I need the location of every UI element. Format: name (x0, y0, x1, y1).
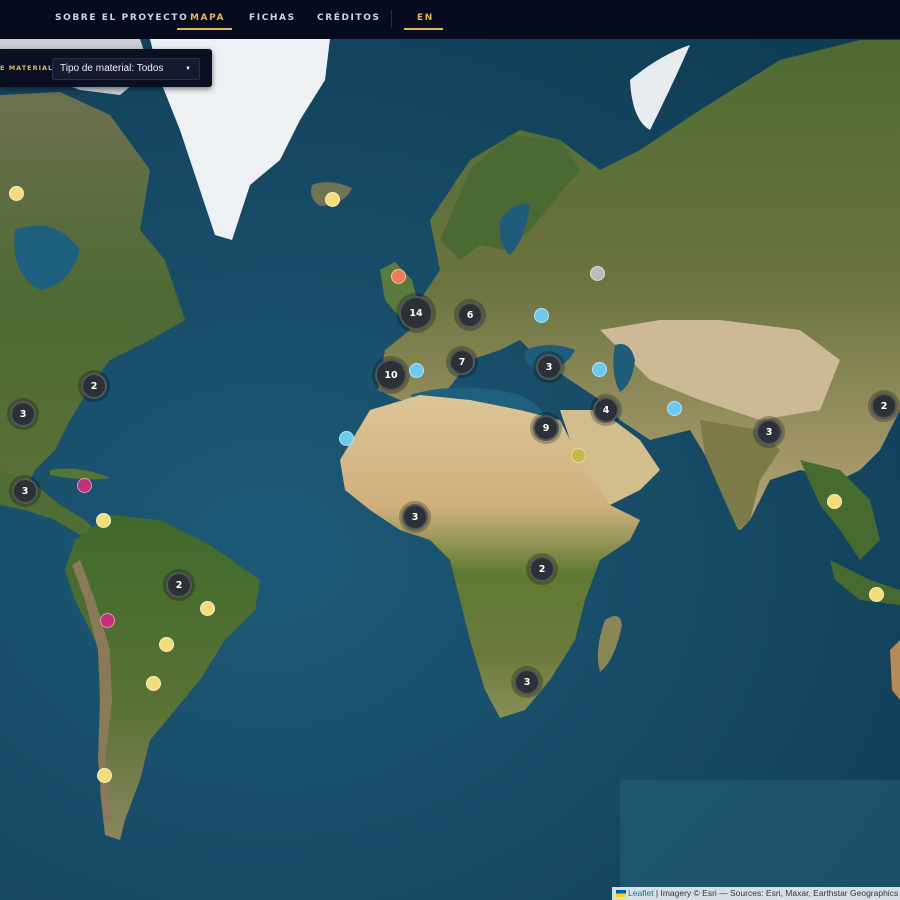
point-marker-gray[interactable] (590, 266, 605, 281)
nav-divider (391, 10, 392, 28)
point-marker-yellow[interactable] (97, 768, 112, 783)
point-marker-yellow[interactable] (96, 513, 111, 528)
point-marker-yellow[interactable] (827, 494, 842, 509)
cluster-marker[interactable]: 4 (593, 397, 619, 423)
cluster-marker[interactable]: 6 (457, 302, 483, 328)
cluster-marker[interactable]: 3 (10, 401, 36, 427)
point-marker-yellow[interactable] (200, 601, 215, 616)
material-type-selected-value: Tipo de material: Todos (60, 63, 164, 74)
cluster-marker[interactable]: 2 (166, 572, 192, 598)
cluster-marker[interactable]: 3 (514, 669, 540, 695)
cluster-marker[interactable]: 14 (399, 296, 433, 330)
map-container[interactable]: 14 6 10 7 3 4 9 2 3 3 3 2 3 2 3 2 (0, 39, 900, 900)
nav-item-creditos[interactable]: CRÉDITOS (317, 0, 381, 36)
point-marker-magenta[interactable] (100, 613, 115, 628)
material-filter-panel: E MATERIAL: Tipo de material: Todos ▼ (0, 49, 212, 87)
language-underline (404, 28, 443, 30)
cluster-marker[interactable]: 3 (756, 419, 782, 445)
cluster-marker[interactable]: 7 (449, 349, 475, 375)
southeast-asia (800, 460, 880, 560)
point-marker-yellow[interactable] (159, 637, 174, 652)
language-toggle[interactable]: EN (417, 0, 434, 36)
southern-ocean-glow (620, 780, 900, 900)
top-navigation: SOBRE EL PROYECTO MAPA FICHAS CRÉDITOS E… (0, 0, 900, 39)
landmass-south-america (65, 515, 260, 840)
leaflet-link[interactable]: Leaflet (628, 888, 654, 898)
cluster-marker[interactable]: 3 (536, 354, 562, 380)
point-marker-yellow[interactable] (325, 192, 340, 207)
point-marker-salmon[interactable] (391, 269, 406, 284)
cluster-marker[interactable]: 9 (533, 415, 559, 441)
madagascar (597, 616, 622, 672)
imagery-credit-text: | Imagery © Esri — Sources: Esri, Maxar,… (653, 888, 899, 898)
landmass-north-america (0, 92, 185, 505)
nav-active-underline (177, 28, 232, 30)
cluster-marker[interactable]: 3 (12, 478, 38, 504)
ukraine-flag-icon (616, 890, 626, 897)
nav-item-fichas[interactable]: FICHAS (249, 0, 296, 36)
cluster-marker[interactable]: 2 (529, 556, 555, 582)
map-attribution: Leaflet | Imagery © Esri — Sources: Esri… (612, 887, 900, 900)
material-type-select[interactable]: Tipo de material: Todos ▼ (52, 58, 200, 80)
point-marker-yellow[interactable] (9, 186, 24, 201)
point-marker-blue[interactable] (667, 401, 682, 416)
point-marker-blue[interactable] (339, 431, 354, 446)
satellite-basemap[interactable] (0, 39, 900, 900)
nav-item-sobre-el-proyecto[interactable]: SOBRE EL PROYECTO (55, 0, 188, 36)
australia-edge (890, 640, 900, 700)
filter-label: E MATERIAL: (0, 64, 57, 72)
indonesia (830, 560, 900, 605)
point-marker-olive[interactable] (571, 448, 586, 463)
caret-down-icon: ▼ (185, 66, 191, 72)
nav-item-mapa[interactable]: MAPA (190, 0, 225, 36)
cluster-marker[interactable]: 2 (81, 373, 107, 399)
point-marker-yellow[interactable] (869, 587, 884, 602)
point-marker-magenta[interactable] (77, 478, 92, 493)
cluster-marker[interactable]: 2 (871, 393, 897, 419)
cluster-marker[interactable]: 10 (375, 359, 407, 391)
cluster-marker[interactable]: 3 (402, 504, 428, 530)
svalbard (630, 45, 690, 130)
point-marker-yellow[interactable] (146, 676, 161, 691)
cuba (50, 468, 110, 480)
point-marker-blue[interactable] (592, 362, 607, 377)
point-marker-blue[interactable] (534, 308, 549, 323)
point-marker-blue[interactable] (409, 363, 424, 378)
